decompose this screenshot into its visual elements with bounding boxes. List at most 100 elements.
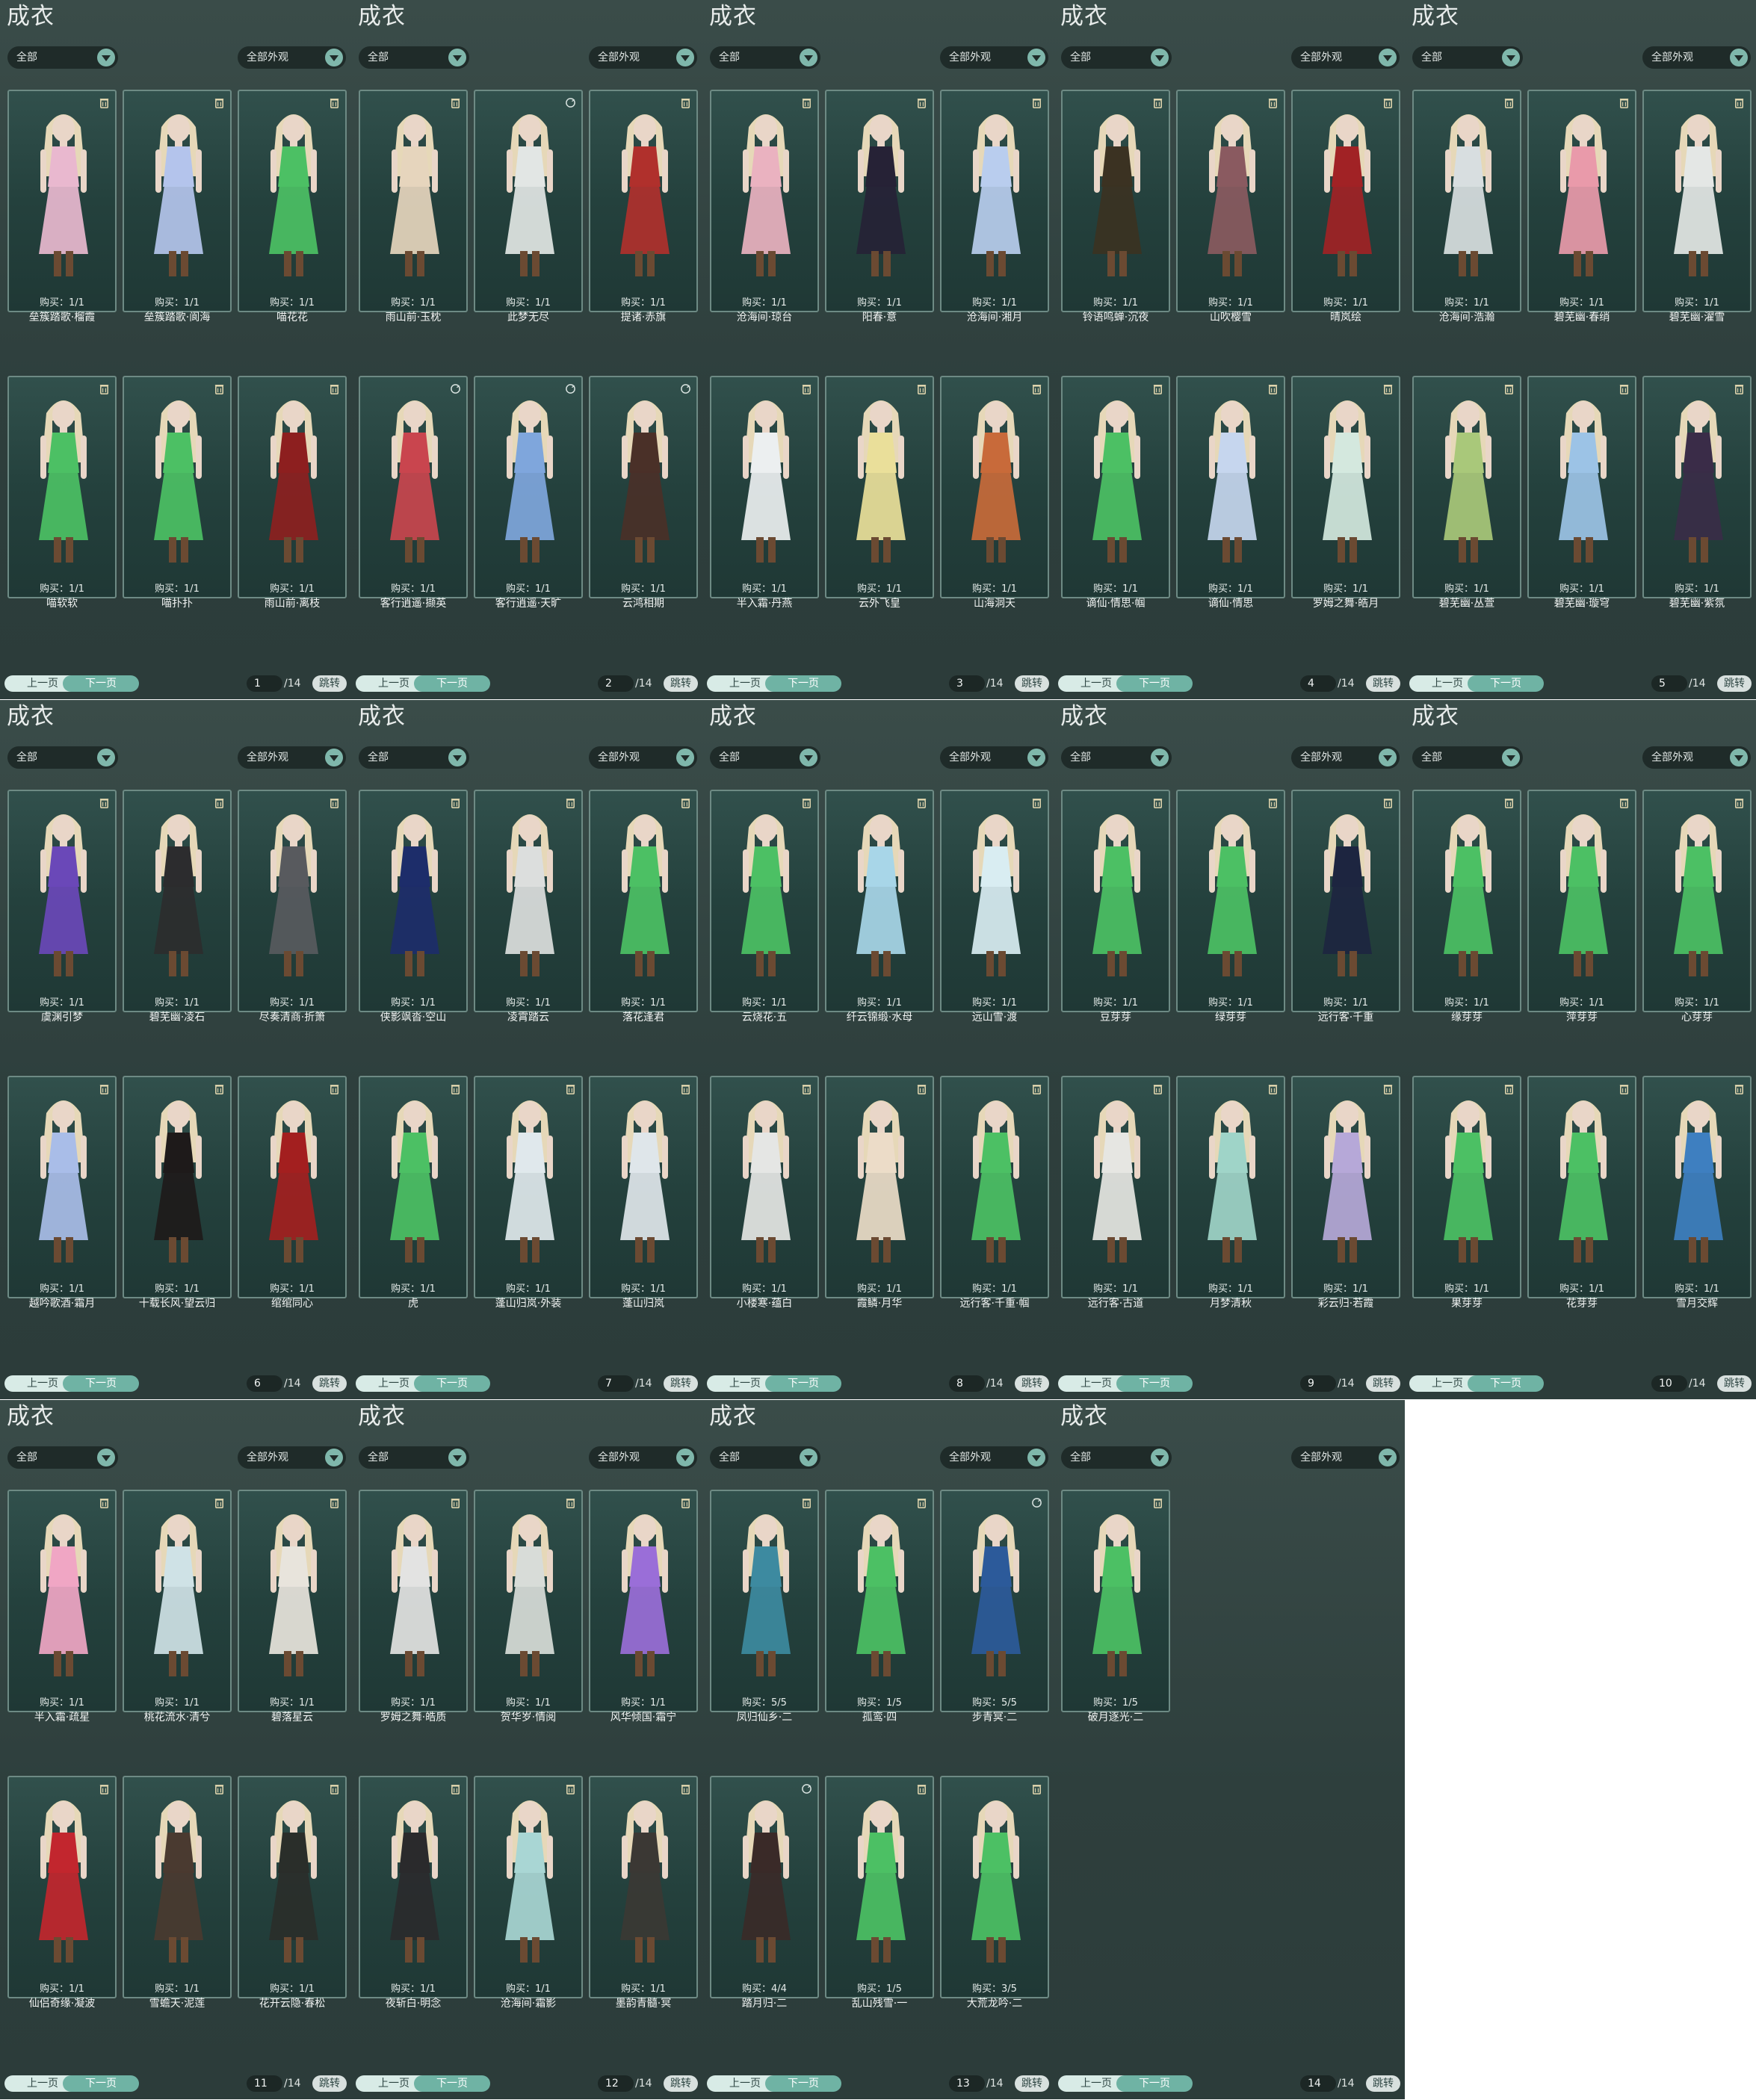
outfit-card[interactable]: 购买：1/1 [1642,376,1752,598]
trash-icon[interactable] [329,97,340,108]
trash-icon[interactable] [801,1497,812,1508]
trash-icon[interactable] [450,797,461,808]
outfit-card[interactable]: 购买：1/1 [825,90,934,312]
trash-icon[interactable] [916,1083,927,1094]
trash-icon[interactable] [450,97,461,108]
page-number-input[interactable]: 11 [247,2075,282,2092]
trash-icon[interactable] [1267,97,1279,108]
trash-icon[interactable] [1382,383,1394,394]
refresh-icon[interactable] [1031,1497,1042,1508]
category-dropdown[interactable]: 全部 [1061,746,1172,769]
outfit-card[interactable]: 购买：1/1 [1291,90,1400,312]
page-number-input[interactable]: 6 [247,1375,282,1392]
jump-button[interactable]: 跳转 [1366,1375,1400,1392]
outfit-card[interactable]: 购买：1/1 [474,1490,583,1712]
outfit-card[interactable]: 购买：5/5 [940,1490,1049,1712]
category-dropdown[interactable]: 全部 [1061,1446,1172,1469]
jump-button[interactable]: 跳转 [1015,1375,1049,1392]
trash-icon[interactable] [1619,97,1630,108]
jump-button[interactable]: 跳转 [1015,2075,1049,2092]
trash-icon[interactable] [329,1783,340,1794]
outfit-card[interactable]: 购买：1/1 [123,1076,232,1298]
appearance-dropdown[interactable]: 全部外观 [1291,746,1400,769]
outfit-card[interactable]: 购买：1/1 [589,790,698,1012]
trash-icon[interactable] [565,1083,576,1094]
outfit-card[interactable]: 购买：1/1 [1061,90,1170,312]
trash-icon[interactable] [565,1783,576,1794]
trash-icon[interactable] [1031,383,1042,394]
page-number-input[interactable]: 10 [1651,1375,1687,1392]
page-number-input[interactable]: 12 [598,2075,634,2092]
trash-icon[interactable] [329,1083,340,1094]
trash-icon[interactable] [214,1083,225,1094]
trash-icon[interactable] [214,797,225,808]
outfit-card[interactable]: 购买：1/1 [825,790,934,1012]
outfit-card[interactable]: 购买：1/1 [825,1076,934,1298]
outfit-card[interactable]: 购买：1/1 [1527,790,1636,1012]
trash-icon[interactable] [801,383,812,394]
trash-icon[interactable] [1503,383,1515,394]
outfit-card[interactable]: 购买：1/1 [1412,1076,1521,1298]
jump-button[interactable]: 跳转 [312,1375,347,1392]
trash-icon[interactable] [329,1497,340,1508]
trash-icon[interactable] [450,1083,461,1094]
outfit-card[interactable]: 购买：1/1 [474,790,583,1012]
trash-icon[interactable] [1267,1083,1279,1094]
jump-button[interactable]: 跳转 [312,675,347,692]
outfit-card[interactable]: 购买：4/4 [710,1776,819,1998]
trash-icon[interactable] [1031,797,1042,808]
trash-icon[interactable] [916,1783,927,1794]
appearance-dropdown[interactable]: 全部外观 [1642,46,1751,69]
outfit-card[interactable]: 购买：1/1 [1176,1076,1285,1298]
trash-icon[interactable] [680,797,691,808]
trash-icon[interactable] [680,1083,691,1094]
jump-button[interactable]: 跳转 [1366,675,1400,692]
trash-icon[interactable] [1267,383,1279,394]
outfit-card[interactable]: 购买：1/1 [123,90,232,312]
page-number-input[interactable]: 5 [1651,675,1687,692]
trash-icon[interactable] [1382,97,1394,108]
trash-icon[interactable] [801,97,812,108]
jump-button[interactable]: 跳转 [1015,675,1049,692]
outfit-card[interactable]: 购买：1/5 [825,1776,934,1998]
page-number-input[interactable]: 9 [1300,1375,1336,1392]
outfit-card[interactable]: 购买：1/1 [1291,790,1400,1012]
outfit-card[interactable]: 购买：1/1 [359,1076,468,1298]
trash-icon[interactable] [1734,797,1745,808]
outfit-card[interactable]: 购买：1/1 [238,1490,347,1712]
outfit-card[interactable]: 购买：1/1 [123,790,232,1012]
appearance-dropdown[interactable]: 全部外观 [940,46,1048,69]
trash-icon[interactable] [680,1783,691,1794]
outfit-card[interactable]: 购买：1/1 [474,90,583,312]
trash-icon[interactable] [1619,797,1630,808]
page-number-input[interactable]: 2 [598,675,634,692]
outfit-card[interactable]: 购买：1/1 [359,1490,468,1712]
trash-icon[interactable] [1382,797,1394,808]
next-page-button[interactable]: 下一页 [765,2075,841,2092]
trash-icon[interactable] [1031,97,1042,108]
appearance-dropdown[interactable]: 全部外观 [589,1446,697,1469]
appearance-dropdown[interactable]: 全部外观 [238,746,346,769]
outfit-card[interactable]: 购买：1/1 [1176,790,1285,1012]
next-page-button[interactable]: 下一页 [765,675,841,692]
trash-icon[interactable] [1152,1497,1163,1508]
trash-icon[interactable] [99,97,110,108]
category-dropdown[interactable]: 全部 [710,46,820,69]
outfit-card[interactable]: 购买：1/1 [474,1076,583,1298]
outfit-card[interactable]: 购买：1/1 [359,790,468,1012]
refresh-icon[interactable] [801,1783,812,1794]
trash-icon[interactable] [916,797,927,808]
appearance-dropdown[interactable]: 全部外观 [238,46,346,69]
category-dropdown[interactable]: 全部 [359,746,469,769]
page-number-input[interactable]: 3 [949,675,985,692]
next-page-button[interactable]: 下一页 [1468,1375,1544,1392]
next-page-button[interactable]: 下一页 [1116,2075,1193,2092]
outfit-card[interactable]: 购买：1/5 [1061,1490,1170,1712]
outfit-card[interactable]: 购买：1/1 [1527,376,1636,598]
outfit-card[interactable]: 购买：1/1 [238,1776,347,1998]
trash-icon[interactable] [1503,797,1515,808]
outfit-card[interactable]: 购买：1/1 [589,90,698,312]
outfit-card[interactable]: 购买：5/5 [710,1490,819,1712]
category-dropdown[interactable]: 全部 [7,1446,118,1469]
outfit-card[interactable]: 购买：1/1 [1527,1076,1636,1298]
